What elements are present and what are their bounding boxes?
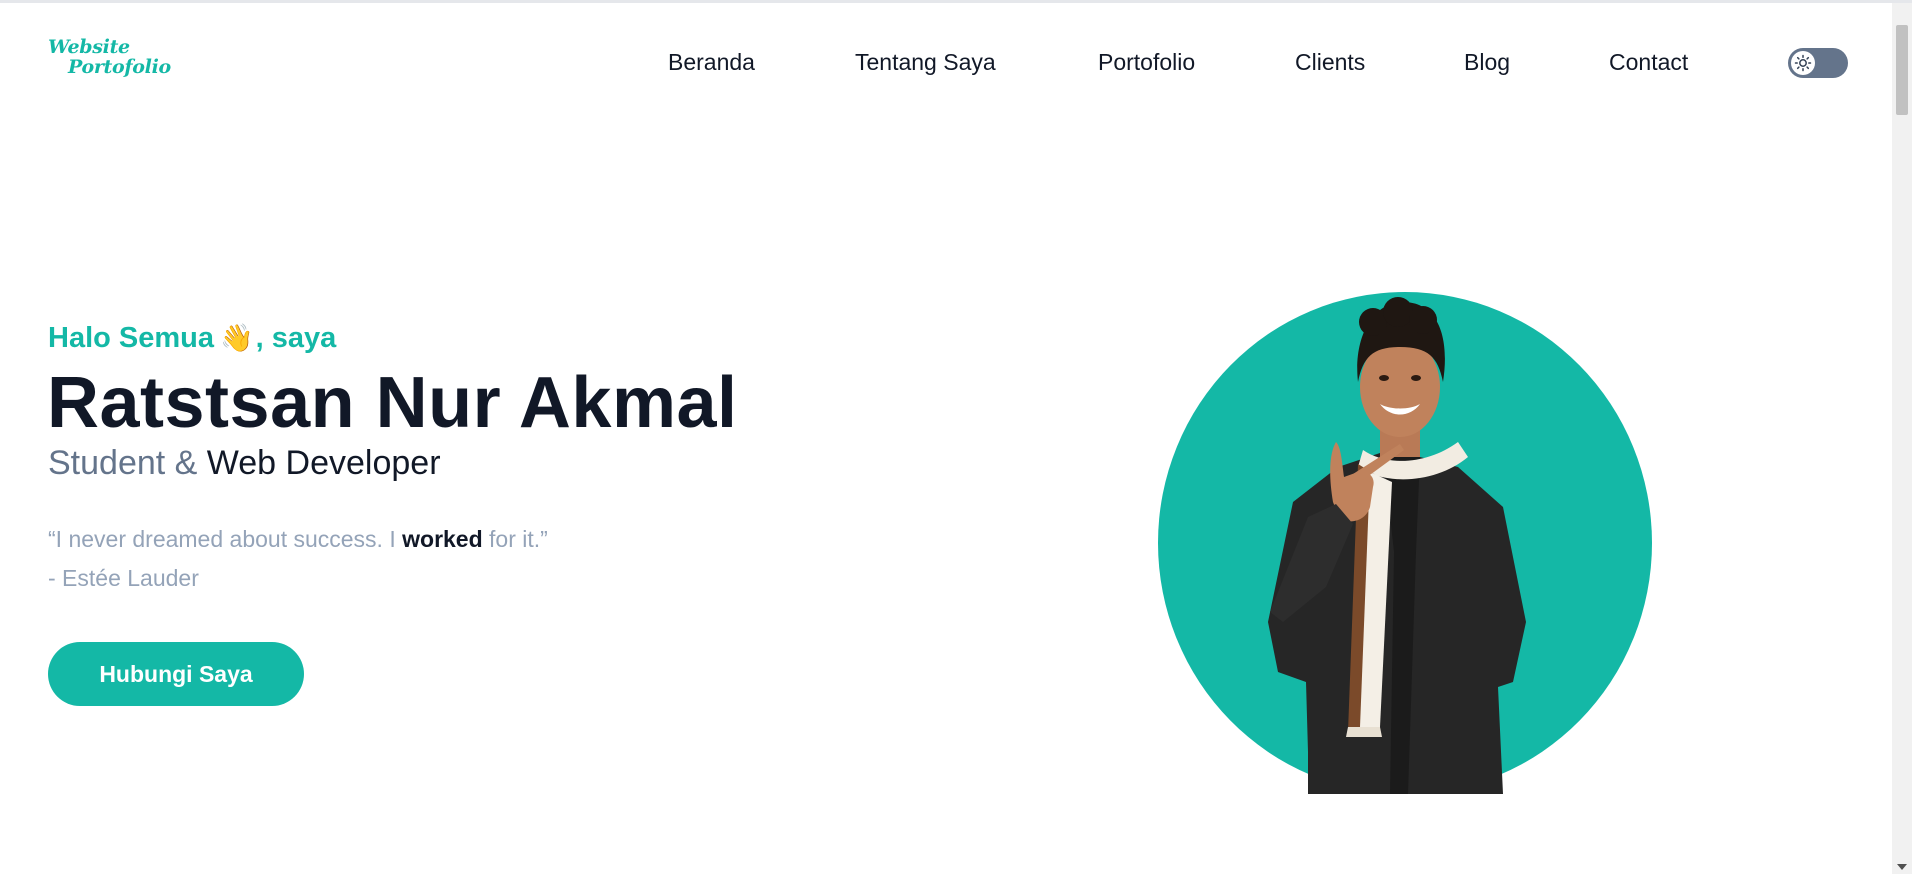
scrollbar-thumb[interactable]	[1896, 25, 1908, 115]
scroll-down-arrow-icon[interactable]	[1897, 864, 1907, 870]
quote-author: - Estée Lauder	[48, 565, 199, 591]
role-ampersand: &	[165, 444, 207, 482]
theme-toggle-knob	[1791, 51, 1815, 75]
site-header: Website Portofolio Beranda Tentang Saya …	[0, 3, 1892, 123]
person-illustration	[1268, 297, 1526, 794]
greeting-text: Halo Semua	[48, 322, 214, 354]
role-web-developer: Web Developer	[206, 444, 441, 482]
nav-item-contact[interactable]: Contact	[1609, 49, 1688, 76]
role-student: Student	[48, 444, 166, 482]
nav-item-clients[interactable]: Clients	[1295, 49, 1365, 76]
nav-item-portofolio[interactable]: Portofolio	[1098, 49, 1195, 76]
profile-photo	[1158, 292, 1652, 794]
hero-quote: “I never dreamed about success. I worked…	[48, 526, 548, 553]
quote-emphasis: worked	[402, 526, 483, 552]
quote-text-end: for it.”	[482, 526, 548, 552]
quote-text-start: “I never dreamed about success. I	[48, 526, 403, 552]
main-nav: Beranda Tentang Saya Portofolio Clients …	[0, 49, 1892, 79]
hero-role: Student & Web Developer	[48, 444, 441, 483]
greeting-suffix: , saya	[255, 322, 337, 354]
nav-item-beranda[interactable]: Beranda	[668, 49, 755, 76]
waving-hand-icon: 👋	[220, 323, 254, 353]
nav-item-blog[interactable]: Blog	[1464, 49, 1510, 76]
page-scrollbar[interactable]	[1892, 3, 1912, 874]
sun-icon	[1794, 54, 1812, 72]
hero-name: Ratstsan Nur Akmal	[47, 363, 738, 443]
hero-greeting: Halo Semua 👋, saya	[48, 322, 336, 355]
contact-me-button[interactable]: Hubungi Saya	[48, 642, 304, 706]
theme-toggle[interactable]	[1788, 48, 1848, 78]
nav-item-tentang-saya[interactable]: Tentang Saya	[855, 49, 996, 76]
